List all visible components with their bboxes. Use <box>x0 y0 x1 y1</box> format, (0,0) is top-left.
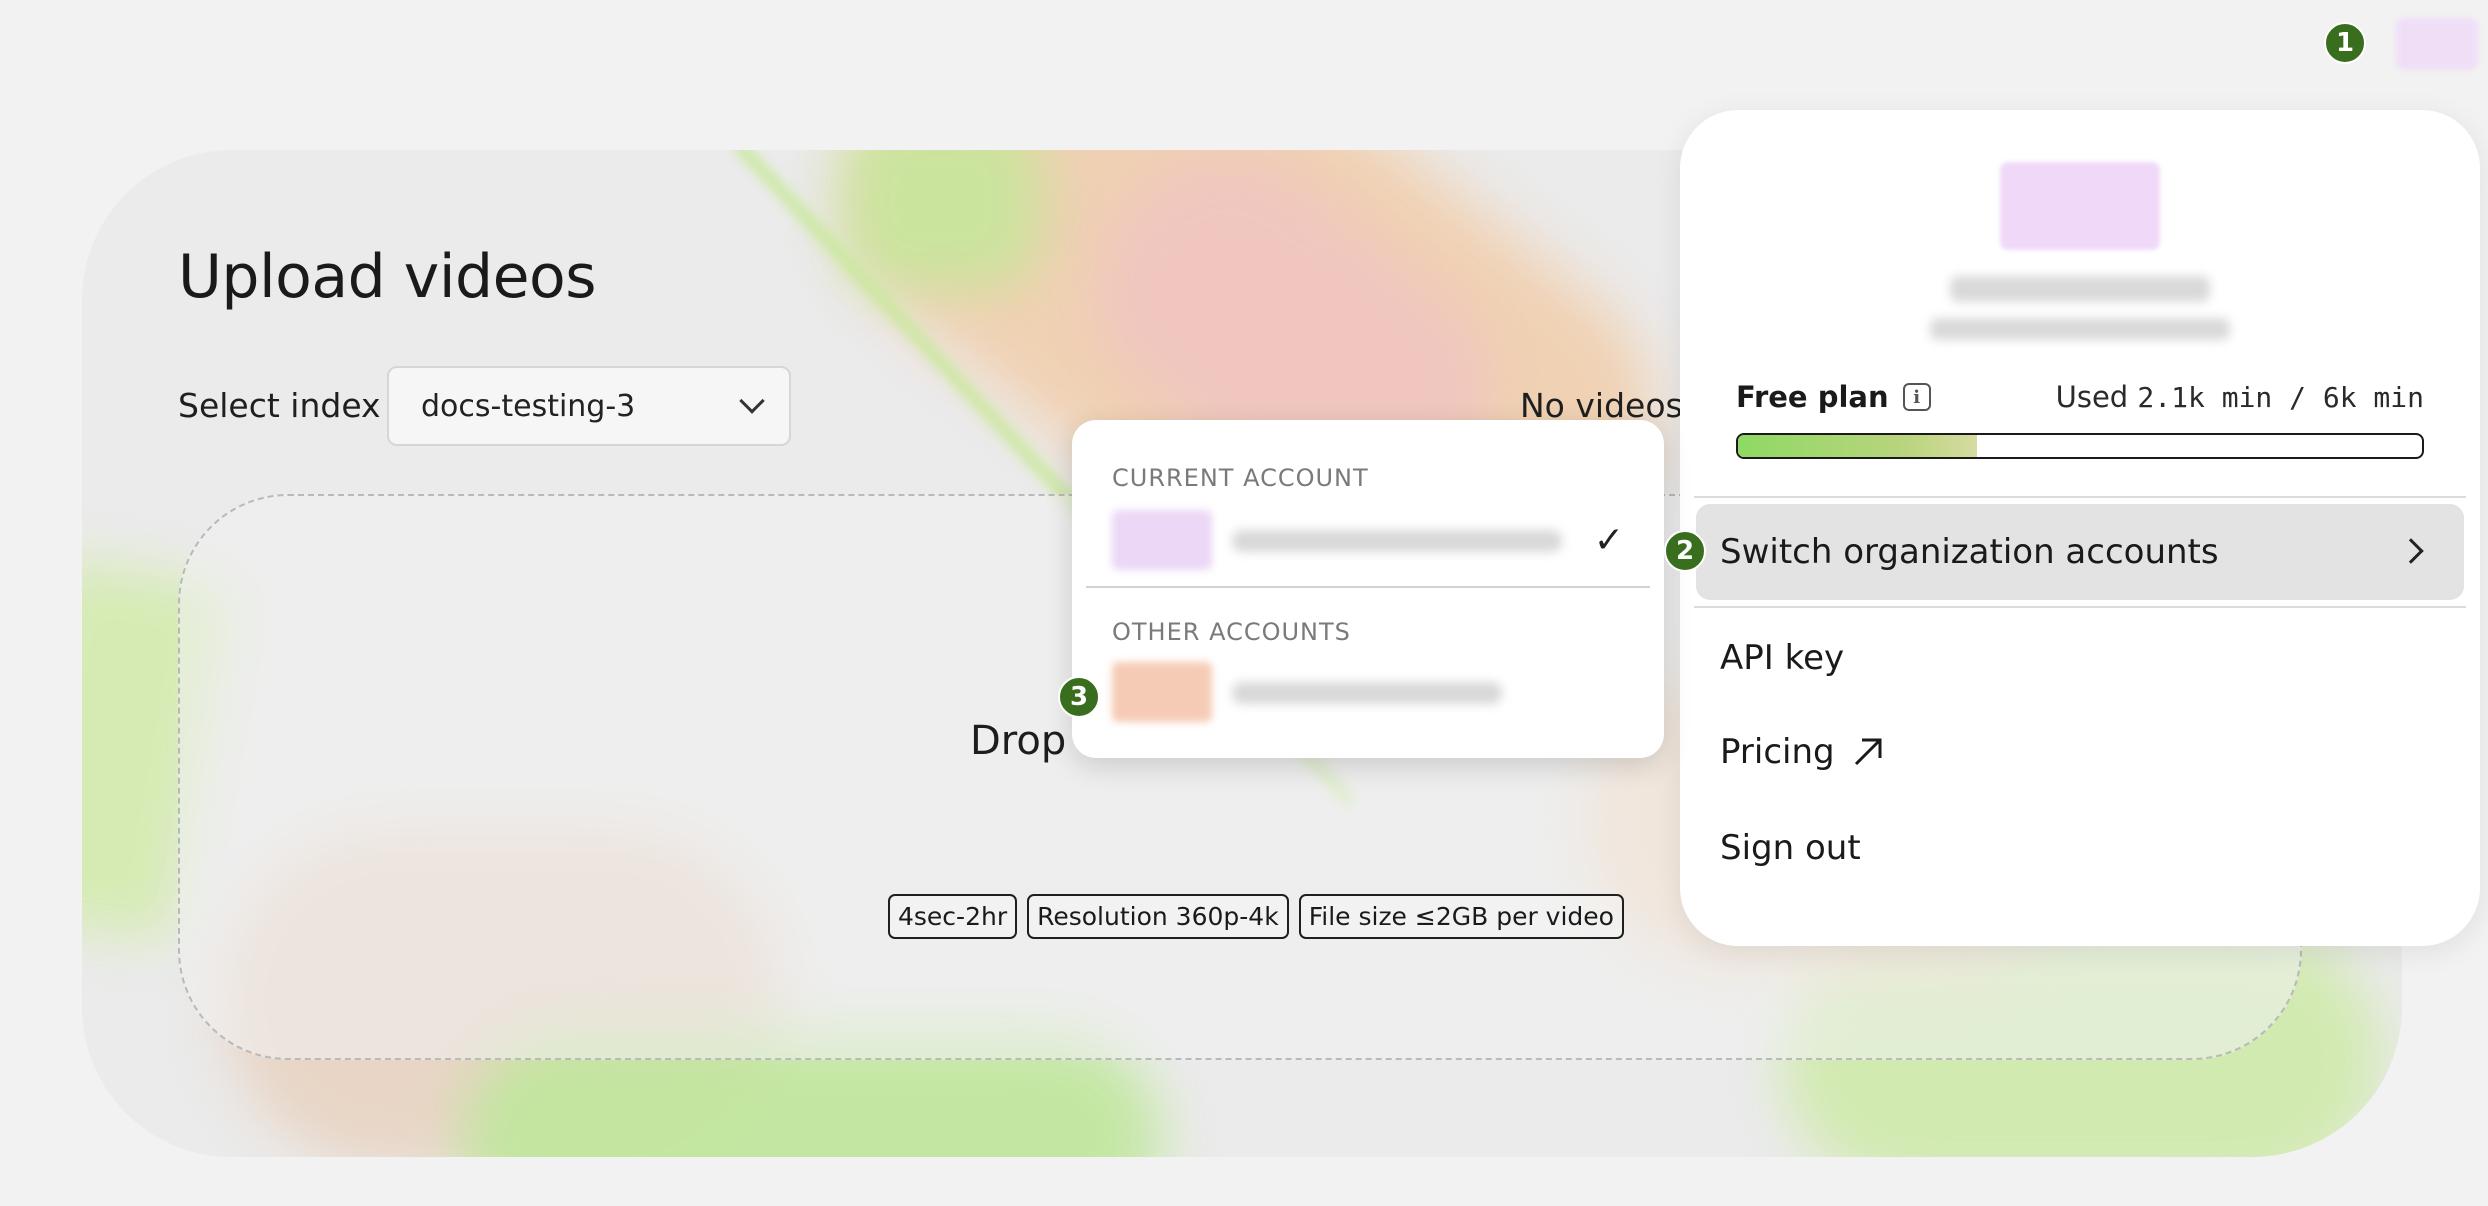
switch-accounts-submenu: CURRENT ACCOUNT ✓ OTHER ACCOUNTS <box>1072 420 1664 758</box>
plan-label: Free plan i <box>1736 380 1931 414</box>
usage-value: 2.1k min / 6k min <box>2137 381 2424 414</box>
sign-out-item[interactable]: Sign out <box>1720 828 1861 868</box>
account-menu: Free plan i Used 2.1k min / 6k min Switc… <box>1680 110 2480 946</box>
other-account-item[interactable] <box>1072 656 1664 728</box>
step-3-badge: 3 <box>1058 676 1100 718</box>
other-account-name-blurred <box>1232 682 1502 704</box>
info-icon[interactable]: i <box>1902 383 1931 411</box>
usage-progress-bar <box>1736 433 2424 459</box>
account-name-blurred <box>1950 276 2210 302</box>
divider <box>1086 586 1650 588</box>
upload-requirements: 4sec-2hr Resolution 360p-4k File size ≤2… <box>888 894 1624 939</box>
page-title: Upload videos <box>178 242 596 312</box>
user-avatar-button[interactable] <box>2396 18 2478 70</box>
switch-organization-accounts-item[interactable]: Switch organization accounts <box>1696 504 2464 600</box>
api-key-item[interactable]: API key <box>1720 638 1844 678</box>
check-icon: ✓ <box>1593 520 1624 561</box>
index-select-value: docs-testing-3 <box>421 388 636 424</box>
step-2-badge: 2 <box>1664 530 1706 572</box>
usage-text: Used 2.1k min / 6k min <box>2056 380 2424 414</box>
current-account-heading: CURRENT ACCOUNT <box>1112 464 1369 492</box>
chevron-right-icon <box>2398 538 2424 564</box>
switch-organization-accounts-label: Switch organization accounts <box>1720 532 2219 572</box>
api-key-label: API key <box>1720 638 1845 678</box>
divider <box>1694 496 2466 498</box>
pricing-item[interactable]: Pricing <box>1720 732 1885 772</box>
current-account-name-blurred <box>1232 530 1562 552</box>
step-1-badge: 1 <box>2324 22 2366 64</box>
file-size-chip: File size ≤2GB per video <box>1298 894 1624 939</box>
plan-name: Free plan <box>1736 380 1889 414</box>
resolution-chip: Resolution 360p-4k <box>1027 894 1289 939</box>
select-index-label: Select index <box>178 386 381 425</box>
current-account-avatar <box>1112 510 1212 570</box>
current-account-item[interactable] <box>1072 504 1664 576</box>
sign-out-label: Sign out <box>1720 828 1861 868</box>
account-avatar <box>2000 162 2160 250</box>
external-link-arrow-icon <box>1854 738 1882 766</box>
index-select[interactable]: docs-testing-3 <box>387 366 791 446</box>
usage-progress-fill <box>1738 435 1978 457</box>
drop-text: Drop <box>970 718 1067 764</box>
duration-chip: 4sec-2hr <box>888 894 1018 939</box>
account-email-blurred <box>1930 318 2230 340</box>
other-account-avatar <box>1112 662 1212 722</box>
chevron-down-icon <box>739 388 765 414</box>
pricing-label: Pricing <box>1720 732 1835 772</box>
other-accounts-heading: OTHER ACCOUNTS <box>1112 618 1351 646</box>
usage-prefix: Used <box>2055 380 2129 414</box>
divider <box>1694 606 2466 608</box>
